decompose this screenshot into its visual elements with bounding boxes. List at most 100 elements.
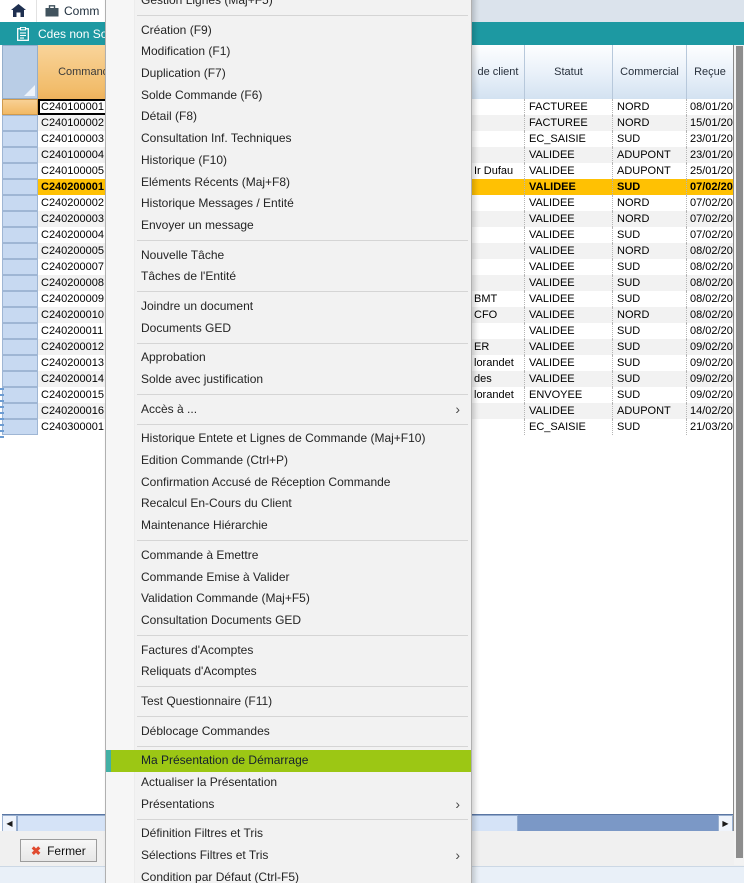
vertical-scrollbar-thumb[interactable]: [736, 46, 743, 858]
row-header-cell[interactable]: [2, 243, 38, 259]
row-header-cell[interactable]: [2, 323, 38, 339]
menu-item[interactable]: Détail (F8): [106, 106, 471, 128]
cell-client[interactable]: lorandet: [472, 387, 525, 403]
cell-client[interactable]: [472, 131, 525, 147]
menu-item[interactable]: Confirmation Accusé de Réception Command…: [106, 472, 471, 494]
cell-recue[interactable]: 08/02/2024: [687, 323, 733, 339]
cell-commercial[interactable]: SUD: [613, 371, 687, 387]
menu-item[interactable]: Envoyer un message: [106, 215, 471, 237]
cell-client[interactable]: [472, 275, 525, 291]
column-header-commercial[interactable]: Commercial: [613, 45, 687, 99]
menu-item[interactable]: Historique Entete et Lignes de Commande …: [106, 428, 471, 450]
vertical-scrollbar[interactable]: [734, 45, 744, 865]
row-header-cell[interactable]: [2, 195, 38, 211]
cell-statut[interactable]: EC_SAISIE: [525, 419, 613, 435]
cell-commercial[interactable]: NORD: [613, 115, 687, 131]
cell-commercial[interactable]: NORD: [613, 307, 687, 323]
cell-statut[interactable]: VALIDEE: [525, 195, 613, 211]
cell-statut[interactable]: VALIDEE: [525, 243, 613, 259]
scroll-left-arrow-icon[interactable]: ◀: [2, 815, 17, 832]
cell-recue[interactable]: 08/02/2024: [687, 243, 733, 259]
cell-statut[interactable]: VALIDEE: [525, 291, 613, 307]
fermer-button[interactable]: ✖ Fermer: [20, 839, 97, 862]
cell-recue[interactable]: 07/02/2024: [687, 211, 733, 227]
cell-statut[interactable]: VALIDEE: [525, 355, 613, 371]
cell-recue[interactable]: 08/02/2024: [687, 259, 733, 275]
cell-client[interactable]: ER: [472, 339, 525, 355]
menu-item[interactable]: Historique (F10): [106, 150, 471, 172]
row-header-cell[interactable]: [2, 403, 38, 419]
menu-item[interactable]: Reliquats d'Acomptes: [106, 661, 471, 683]
cell-statut[interactable]: VALIDEE: [525, 323, 613, 339]
cell-commercial[interactable]: SUD: [613, 355, 687, 371]
cell-client[interactable]: [472, 179, 525, 195]
row-header-cell[interactable]: [2, 419, 38, 435]
menu-item[interactable]: Définition Filtres et Tris: [106, 823, 471, 845]
cell-statut[interactable]: VALIDEE: [525, 227, 613, 243]
cell-commercial[interactable]: ADUPONT: [613, 163, 687, 179]
cell-client[interactable]: Ir Dufau: [472, 163, 525, 179]
menu-item[interactable]: Gestion Lignes (Maj+F5): [106, 0, 471, 12]
cell-commercial[interactable]: NORD: [613, 243, 687, 259]
menu-item[interactable]: Modification (F1): [106, 41, 471, 63]
cell-commercial[interactable]: SUD: [613, 131, 687, 147]
menu-item[interactable]: Actualiser la Présentation: [106, 772, 471, 794]
cell-recue[interactable]: 15/01/2024: [687, 115, 733, 131]
menu-item[interactable]: Création (F9): [106, 20, 471, 42]
cell-recue[interactable]: 09/02/2024: [687, 371, 733, 387]
cell-recue[interactable]: 14/02/2024: [687, 403, 733, 419]
menu-item[interactable]: Consultation Inf. Techniques: [106, 128, 471, 150]
scroll-right-arrow-icon[interactable]: ▶: [718, 815, 733, 832]
cell-recue[interactable]: 25/01/2024: [687, 163, 733, 179]
splitter-grip-icon[interactable]: [0, 388, 4, 438]
cell-client[interactable]: [472, 147, 525, 163]
cell-statut[interactable]: VALIDEE: [525, 163, 613, 179]
column-header-recue[interactable]: Reçue: [687, 45, 733, 99]
cell-client[interactable]: [472, 259, 525, 275]
row-header-cell[interactable]: [2, 307, 38, 323]
cell-commercial[interactable]: SUD: [613, 339, 687, 355]
row-header-cell[interactable]: [2, 259, 38, 275]
cell-client[interactable]: BMT: [472, 291, 525, 307]
menu-item[interactable]: Ma Présentation de Démarrage: [106, 750, 471, 772]
home-button[interactable]: [0, 0, 37, 22]
cell-recue[interactable]: 09/02/2024: [687, 355, 733, 371]
row-header-cell[interactable]: [2, 131, 38, 147]
menu-item[interactable]: Sélections Filtres et Tris›: [106, 845, 471, 867]
cell-client[interactable]: [472, 227, 525, 243]
menu-item[interactable]: Accès à ...›: [106, 399, 471, 421]
menu-item[interactable]: Approbation: [106, 347, 471, 369]
menu-item[interactable]: Présentations›: [106, 794, 471, 816]
cell-commercial[interactable]: SUD: [613, 387, 687, 403]
menu-item[interactable]: Factures d'Acomptes: [106, 640, 471, 662]
menu-item[interactable]: Edition Commande (Ctrl+P): [106, 450, 471, 472]
cell-recue[interactable]: 09/02/2024: [687, 387, 733, 403]
cell-client[interactable]: [472, 211, 525, 227]
menu-item[interactable]: Solde Commande (F6): [106, 85, 471, 107]
menu-item[interactable]: Consultation Documents GED: [106, 610, 471, 632]
cell-recue[interactable]: 08/01/2024: [687, 99, 733, 115]
cell-client[interactable]: [472, 243, 525, 259]
cell-recue[interactable]: 07/02/2024: [687, 227, 733, 243]
cell-client[interactable]: [472, 99, 525, 115]
cell-commercial[interactable]: SUD: [613, 419, 687, 435]
menu-item[interactable]: Déblocage Commandes: [106, 721, 471, 743]
cell-statut[interactable]: ENVOYEE: [525, 387, 613, 403]
menu-item[interactable]: Commande Emise à Valider: [106, 567, 471, 589]
row-header-cell[interactable]: [2, 275, 38, 291]
row-header-cell[interactable]: [2, 179, 38, 195]
cell-statut[interactable]: EC_SAISIE: [525, 131, 613, 147]
cell-recue[interactable]: 09/02/2024: [687, 339, 733, 355]
row-header-cell[interactable]: [2, 291, 38, 307]
cell-statut[interactable]: VALIDEE: [525, 339, 613, 355]
cell-statut[interactable]: VALIDEE: [525, 211, 613, 227]
cell-client[interactable]: des: [472, 371, 525, 387]
cell-statut[interactable]: VALIDEE: [525, 371, 613, 387]
cell-commercial[interactable]: SUD: [613, 259, 687, 275]
cell-client[interactable]: [472, 115, 525, 131]
cell-commercial[interactable]: SUD: [613, 291, 687, 307]
cell-commercial[interactable]: NORD: [613, 99, 687, 115]
table-corner-select-all[interactable]: [2, 45, 38, 99]
cell-statut[interactable]: VALIDEE: [525, 147, 613, 163]
row-header-cell[interactable]: [2, 211, 38, 227]
